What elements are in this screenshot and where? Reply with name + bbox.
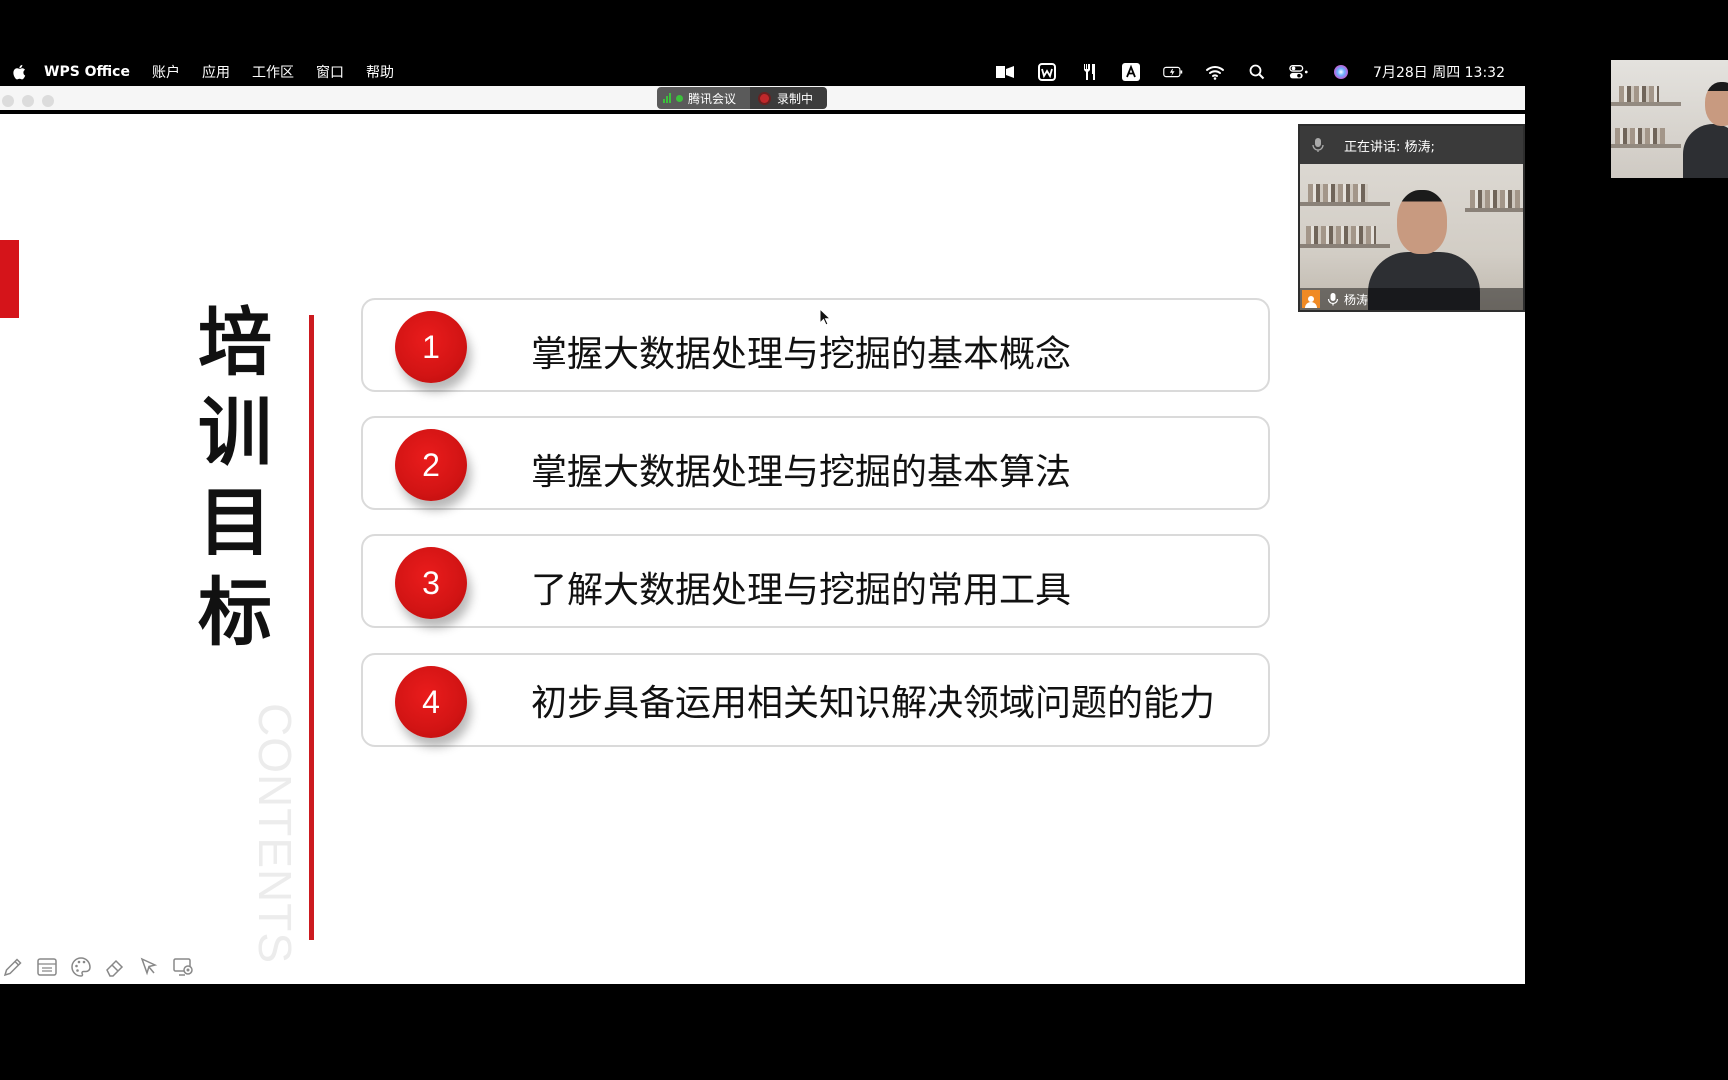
app-name[interactable]: WPS Office [44, 64, 130, 80]
slide-title-char: 标 [198, 570, 272, 656]
microphone-icon [1310, 137, 1326, 153]
participant-mic-icon [1326, 292, 1340, 306]
meeting-status-pill[interactable]: 腾讯会议 录制中 [657, 87, 828, 109]
objective-text: 了解大数据处理与挖掘的常用工具 [531, 570, 1072, 611]
battery-icon[interactable] [1163, 63, 1183, 81]
minimize-window-button[interactable] [22, 95, 34, 107]
contents-watermark: CONTENTS [249, 703, 301, 964]
objective-text: 掌握大数据处理与挖掘的基本算法 [531, 452, 1072, 493]
zoom-window-button[interactable] [42, 95, 54, 107]
slide-title-char: 训 [198, 390, 272, 476]
signal-strength-icon [663, 93, 671, 103]
meeting-app-label: 腾讯会议 [688, 91, 737, 106]
menu-help[interactable]: 帮助 [366, 62, 394, 82]
menu-workspace[interactable]: 工作区 [252, 62, 294, 82]
objective-text: 初步具备运用相关知识解决领域问题的能力 [531, 683, 1216, 724]
participant-name: 杨涛 [1344, 292, 1369, 307]
speaking-now-label: 正在讲话: 杨涛; [1344, 139, 1435, 155]
recording-segment[interactable]: 录制中 [750, 87, 828, 109]
close-window-button[interactable] [2, 95, 14, 107]
pen-icon[interactable] [2, 956, 24, 978]
slide-title-char: 目 [198, 480, 272, 566]
wps-presentation-window: 腾讯会议 录制中 培 训 目 标 CONTENTS 1 掌握大数据处理与挖掘的基… [0, 86, 1525, 984]
slide-canvas: 培 训 目 标 CONTENTS 1 掌握大数据处理与挖掘的基本概念 2 掌握大… [0, 118, 1525, 984]
menubar-clock[interactable]: 7月28日 周四 13:32 [1373, 62, 1505, 82]
speaker-video-panel[interactable]: 正在讲话: 杨涛; 杨涛 [1298, 124, 1525, 312]
objective-item: 3 了解大数据处理与挖掘的常用工具 [361, 534, 1270, 628]
title-divider-line [309, 315, 314, 940]
objective-number-badge: 4 [395, 666, 467, 738]
apple-menu-icon[interactable] [10, 63, 28, 81]
participant-avatar-icon [1302, 290, 1320, 308]
self-video-preview[interactable] [1611, 60, 1728, 178]
objective-number-badge: 1 [395, 311, 467, 383]
speaker-status-bar: 正在讲话: 杨涛; [1300, 126, 1523, 164]
objective-item: 4 初步具备运用相关知识解决领域问题的能力 [361, 653, 1270, 747]
menu-window[interactable]: 窗口 [316, 62, 344, 82]
slide-accent-tab [0, 240, 19, 318]
search-icon[interactable] [1247, 63, 1267, 81]
objective-text: 掌握大数据处理与挖掘的基本概念 [531, 334, 1072, 375]
siri-icon[interactable] [1331, 63, 1351, 81]
control-center-icon[interactable] [1289, 63, 1309, 81]
wifi-icon[interactable] [1205, 63, 1225, 81]
wps-icon[interactable] [1037, 63, 1057, 81]
palette-icon[interactable] [70, 956, 92, 978]
objective-number-badge: 2 [395, 429, 467, 501]
participant-name-bar: 杨涛 [1300, 288, 1523, 310]
slide-title: 培 训 目 标 [190, 298, 280, 658]
input-source-icon[interactable] [1121, 63, 1141, 81]
tools-icon[interactable] [1079, 63, 1099, 81]
eraser-icon[interactable] [104, 956, 126, 978]
whiteboard-icon[interactable] [36, 956, 58, 978]
window-titlebar: 腾讯会议 录制中 [0, 86, 1525, 114]
objective-number-badge: 3 [395, 547, 467, 619]
slide-title-char: 培 [198, 300, 272, 386]
mac-menubar: WPS Office 账户 应用 工作区 窗口 帮助 7月28日 周四 13:3… [0, 58, 1525, 86]
screen-share-icon[interactable] [995, 63, 1015, 81]
recording-label: 录制中 [777, 91, 814, 106]
screen: WPS Office 账户 应用 工作区 窗口 帮助 7月28日 周四 13:3… [0, 0, 1728, 1080]
menu-account[interactable]: 账户 [152, 62, 180, 82]
mouse-cursor-icon [819, 308, 831, 326]
connected-indicator-icon [676, 94, 683, 102]
recording-dot-icon [760, 93, 770, 103]
presentation-toolbar [0, 952, 194, 982]
objective-item: 2 掌握大数据处理与挖掘的基本算法 [361, 416, 1270, 510]
screen-record-icon[interactable] [172, 956, 194, 978]
pointer-icon[interactable] [138, 956, 160, 978]
menu-apps[interactable]: 应用 [202, 62, 230, 82]
objective-item: 1 掌握大数据处理与挖掘的基本概念 [361, 298, 1270, 392]
meeting-app-segment[interactable]: 腾讯会议 [657, 87, 751, 109]
